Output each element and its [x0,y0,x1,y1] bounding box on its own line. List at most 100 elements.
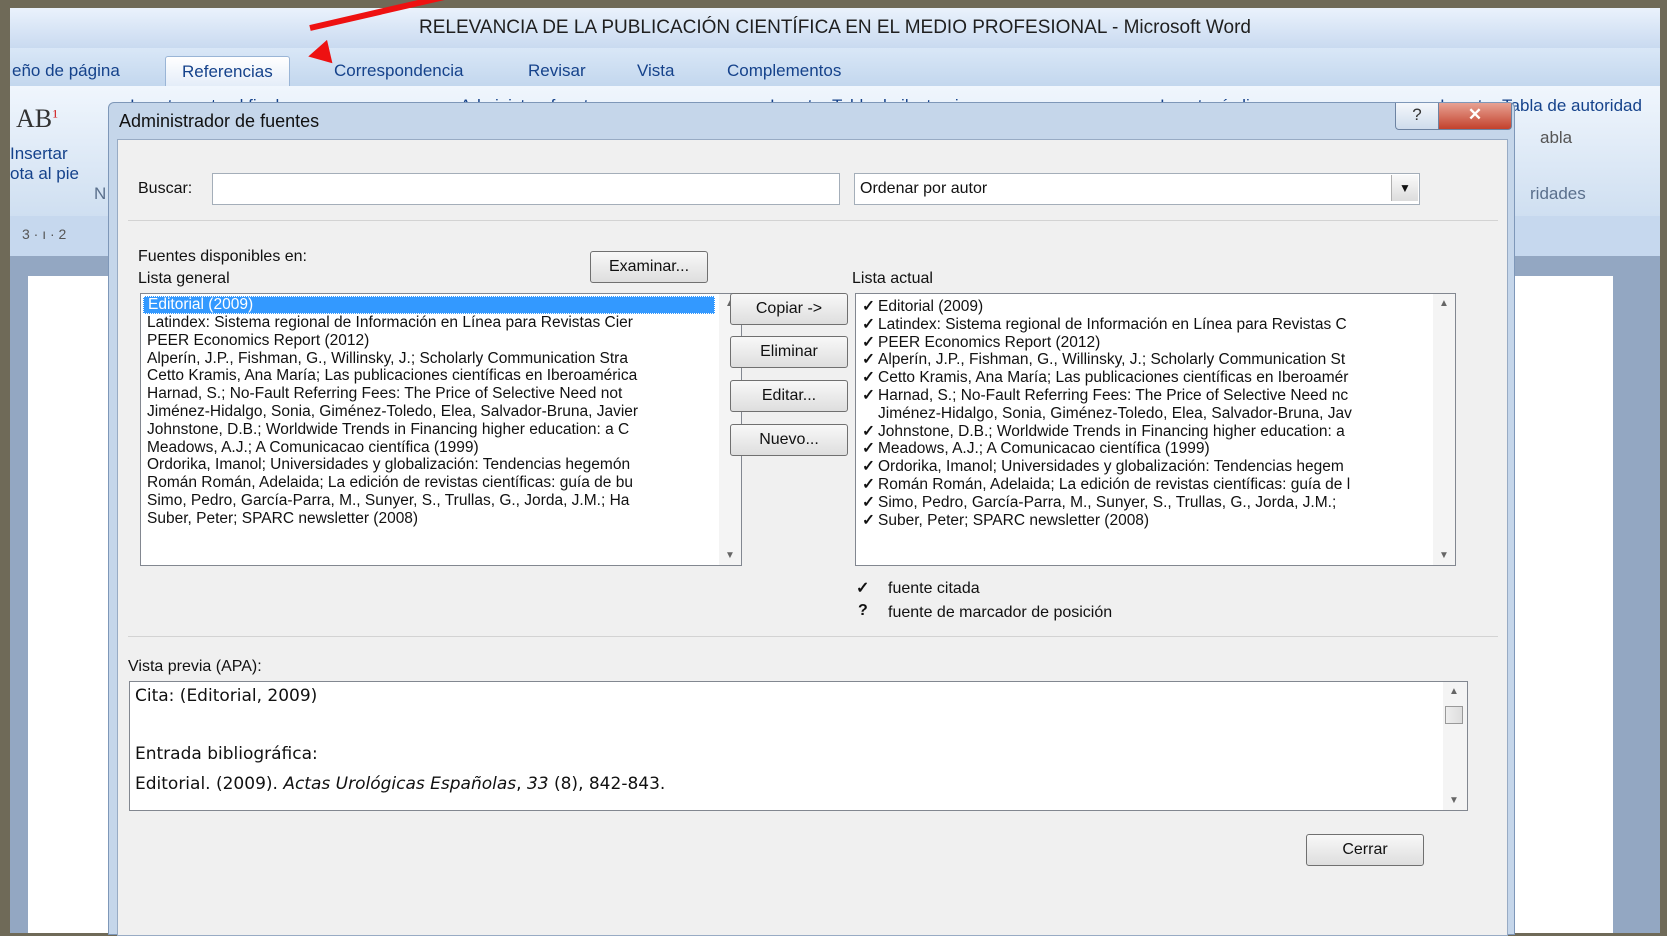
search-input[interactable] [212,173,840,205]
current-list-item-text: Alperín, J.P., Fishman, G., Willinsky, J… [878,351,1346,369]
tab-page-layout[interactable]: eño de página [12,56,120,86]
general-list-item[interactable]: Editorial (2009) [143,296,715,314]
bib-journal: Actas Urológicas Españolas [283,774,517,794]
footnote-icon[interactable]: AB1 [16,104,58,134]
general-list-item[interactable]: Meadows, A.J.; A Comunicacao científica … [141,439,741,457]
current-list-item-text: Harnad, S.; No-Fault Referring Fees: The… [878,386,1349,404]
cited-source-label: fuente citada [888,580,980,597]
ruler-marks: 3 · ı · 2 [22,226,67,242]
check-icon: ✓ [862,511,875,529]
scroll-down-icon[interactable]: ▼ [719,550,741,561]
current-list-item[interactable]: ✓ Johnstone, D.B.; Worldwide Trends in Fi… [856,423,1455,441]
authorities-group-label: ridades [1530,184,1586,203]
current-list-item[interactable]: ✓ Suber, Peter; SPARC newsletter (2008) [856,512,1455,530]
scroll-down-icon[interactable]: ▼ [1433,550,1455,561]
general-list-item[interactable]: Alperín, J.P., Fishman, G., Willinsky, J… [141,350,741,368]
source-manager-dialog: Administrador de fuentes ? ✕ Buscar: Ord… [108,102,1515,936]
check-icon: ✓ [862,422,875,440]
new-button[interactable]: Nuevo... [730,424,848,456]
current-list-scrollbar[interactable]: ▲ ▼ [1433,294,1455,565]
dialog-title: Administrador de fuentes [119,111,320,131]
current-list-item-text: PEER Economics Report (2012) [878,333,1101,351]
preview-bib-entry: Editorial. (2009). Actas Urológicas Espa… [135,774,665,794]
current-list-item[interactable]: ✓ Ordorika, Imanol; Universidades y globa… [856,458,1455,476]
preview-scrollbar[interactable]: ▲ ▼ [1443,682,1467,810]
dialog-body: Buscar: Ordenar por autor ▼ Fuentes disp… [117,139,1508,936]
preview-pane[interactable]: Cita: (Editorial, 2009) Entrada bibliogr… [129,681,1468,811]
current-list-item-text: Román Román, Adelaida; La edición de rev… [878,475,1351,493]
bib-volume: 33 [526,774,549,794]
general-list-item[interactable]: Jiménez-Hidalgo, Sonia, Giménez-Toledo, … [141,403,741,421]
chevron-down-icon[interactable]: ▼ [1391,175,1418,201]
current-list-item[interactable]: ✓ Editorial (2009) [856,298,1455,316]
preview-bib-label: Entrada bibliográfica: [135,744,318,764]
check-icon: ✓ [862,333,875,351]
general-list-item[interactable]: Harnad, S.; No-Fault Referring Fees: The… [141,385,741,403]
ribbon-tabs: eño de página Referencias Correspondenci… [10,48,1660,87]
tab-review[interactable]: Revisar [528,56,586,86]
general-list-item[interactable]: PEER Economics Report (2012) [141,332,741,350]
tab-mailings[interactable]: Correspondencia [334,56,463,86]
general-list-item[interactable]: Johnstone, D.B.; Worldwide Trends in Fin… [141,421,741,439]
general-list-item[interactable]: Cetto Kramis, Ana María; Las publicacion… [141,367,741,385]
close-button[interactable]: Cerrar [1306,834,1424,866]
cited-source-icon: ✓ [856,580,870,597]
tab-addins[interactable]: Complementos [727,56,841,86]
general-list-item[interactable]: Suber, Peter; SPARC newsletter (2008) [141,510,741,528]
current-list-label: Lista actual [852,270,933,287]
current-list-item-text: Ordorika, Imanol; Universidades y global… [878,458,1344,476]
general-list-item[interactable]: Simo, Pedro, García-Parra, M., Sunyer, S… [141,492,741,510]
current-list-item[interactable]: ✓ Alperín, J.P., Fishman, G., Willinsky, … [856,351,1455,369]
scroll-up-icon[interactable]: ▲ [1433,298,1455,309]
current-list-item[interactable]: ✓ Harnad, S.; No-Fault Referring Fees: Th… [856,387,1455,405]
current-list-item[interactable]: ✓ Simo, Pedro, García-Parra, M., Sunyer, … [856,494,1455,512]
bib-author-year: Editorial. (2009). [135,774,284,794]
insert-footnote-line1[interactable]: Insertar [10,144,68,164]
bib-separator: , [516,774,527,794]
copy-button[interactable]: Copiar -> [730,293,848,325]
general-list-item[interactable]: Román Román, Adelaida; La edición de rev… [141,474,741,492]
check-icon: ✓ [862,386,875,404]
browse-button[interactable]: Examinar... [590,251,708,283]
scroll-up-icon[interactable]: ▲ [1443,686,1465,697]
edit-button[interactable]: Editar... [730,380,848,412]
separator-bottom [128,636,1498,637]
check-icon: ✓ [862,493,875,511]
tab-view[interactable]: Vista [637,56,675,86]
delete-button[interactable]: Eliminar [730,336,848,368]
current-list-item-text: Jiménez-Hidalgo, Sonia, Giménez-Toledo, … [878,404,1352,422]
tab-references[interactable]: Referencias [165,56,290,87]
check-icon: ✓ [862,458,875,476]
current-list-item[interactable]: ✓ Meadows, A.J.; A Comunicacao científica… [856,440,1455,458]
bib-issue-pages: (8), 842-843. [548,774,666,794]
current-list-item[interactable]: ✓ Cetto Kramis, Ana María; Las publicacio… [856,369,1455,387]
scroll-down-icon[interactable]: ▼ [1443,795,1465,806]
current-list-item-text: Editorial (2009) [878,298,984,315]
general-list-item[interactable]: Ordorika, Imanol; Universidades y global… [141,456,741,474]
separator-top [128,220,1498,221]
close-icon[interactable]: ✕ [1438,103,1512,130]
insert-footnote-line2[interactable]: ota al pie [10,164,79,184]
current-list[interactable]: ✓ Editorial (2009) ✓ Latindex: Sistema regi… [855,293,1456,566]
general-list-item[interactable]: Latindex: Sistema regional de Informació… [141,314,741,332]
check-icon: ✓ [862,315,875,333]
help-button[interactable]: ? [1395,103,1439,130]
sources-available-label: Fuentes disponibles en: [138,248,307,265]
placeholder-source-label: fuente de marcador de posición [888,604,1113,621]
current-list-item[interactable]: Jiménez-Hidalgo, Sonia, Giménez-Toledo, … [856,405,1455,423]
placeholder-source-icon: ? [858,602,868,619]
current-list-item[interactable]: ✓ Román Román, Adelaida; La edición de re… [856,476,1455,494]
window-title: RELEVANCIA DE LA PUBLICACIÓN CIENTÍFICA … [10,8,1660,48]
sort-select-value: Ordenar por autor [860,180,988,197]
preview-citation: Cita: (Editorial, 2009) [135,686,318,706]
scroll-thumb[interactable] [1445,706,1463,724]
general-list[interactable]: Editorial (2009) Latindex: Sistema region… [140,293,742,566]
check-icon: ✓ [862,369,875,387]
footnote-group-label: N [94,184,107,203]
current-list-item-text: Meadows, A.J.; A Comunicacao científica … [878,440,1210,458]
current-list-item[interactable]: ✓ PEER Economics Report (2012) [856,334,1455,352]
preview-label: Vista previa (APA): [128,658,262,675]
sort-select[interactable]: Ordenar por autor ▼ [854,173,1420,205]
current-list-item[interactable]: ✓ Latindex: Sistema regional de Informaci… [856,316,1455,334]
current-list-item-text: Latindex: Sistema regional de Informació… [878,315,1347,333]
